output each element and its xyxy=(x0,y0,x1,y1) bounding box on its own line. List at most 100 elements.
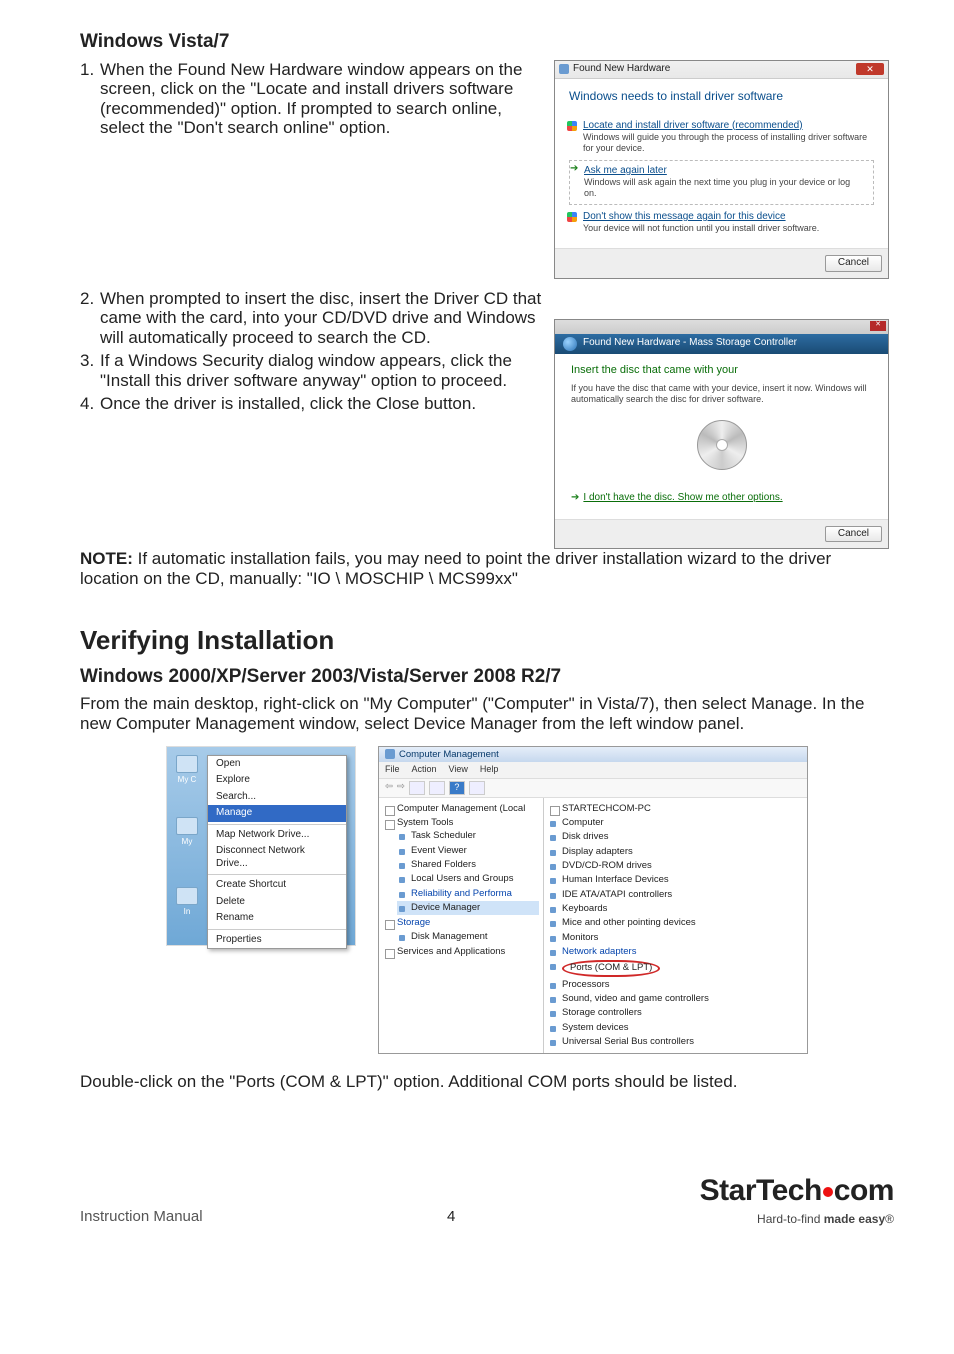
tree-mice[interactable]: Mice and other pointing devices xyxy=(548,916,803,930)
menu-create-shortcut[interactable]: Create Shortcut xyxy=(208,877,346,894)
tree-local-users[interactable]: Local Users and Groups xyxy=(397,872,539,886)
context-menu-figure: My C My In Open Explore Search... Manage… xyxy=(166,746,356,1055)
menu-delete[interactable]: Delete xyxy=(208,894,346,911)
cm-titlebar: Computer Management xyxy=(379,747,807,763)
dialog2-header: Found New Hardware - Mass Storage Contro… xyxy=(555,334,888,354)
close-icon[interactable]: ✕ xyxy=(870,321,886,331)
menu-map-drive[interactable]: Map Network Drive... xyxy=(208,827,346,844)
dialog2-subtext: If you have the disc that came with your… xyxy=(571,383,872,405)
cm-icon xyxy=(385,749,395,759)
toolbar-back[interactable]: ⇦ xyxy=(385,781,393,795)
toolbar-fwd[interactable]: ⇨ xyxy=(397,781,405,795)
no-disc-option[interactable]: ➔ I don't have the disc. Show me other op… xyxy=(571,488,872,509)
arrow-icon: ➔ xyxy=(570,163,578,176)
verifying-para1: From the main desktop, right-click on "M… xyxy=(80,694,894,733)
tree-pc-root[interactable]: STARTECHCOM-PC xyxy=(548,802,803,816)
option-dont-show-link[interactable]: Don't show this message again for this d… xyxy=(583,211,786,222)
step-2-text: When prompted to insert the disc, insert… xyxy=(100,289,544,348)
tree-storage[interactable]: Storage Disk Management xyxy=(383,916,539,945)
section-vista7-title: Windows Vista/7 xyxy=(80,30,894,54)
step-1-text: When the Found New Hardware window appea… xyxy=(100,60,544,138)
menu-search[interactable]: Search... xyxy=(208,789,346,806)
startech-logo: StarTechcom Hard-to-find made easy® xyxy=(700,1172,894,1227)
tree-event-viewer[interactable]: Event Viewer xyxy=(397,844,539,858)
arrow-icon: ➔ xyxy=(571,492,579,503)
desktop-background: My C My In Open Explore Search... Manage… xyxy=(166,746,356,946)
step-2: 2.When prompted to insert the disc, inse… xyxy=(80,289,544,348)
option-ask-later-desc: Windows will ask again the next time you… xyxy=(584,177,863,199)
toolbar-btn2[interactable] xyxy=(429,781,445,795)
menu-action[interactable]: Action xyxy=(412,764,437,775)
ports-highlight: Ports (COM & LPT) xyxy=(562,960,660,976)
tree-shared-folders[interactable]: Shared Folders xyxy=(397,858,539,872)
dialog-titlebar: Found New Hardware ✕ xyxy=(555,61,888,79)
brand-part2: com xyxy=(834,1174,894,1207)
menu-properties[interactable]: Properties xyxy=(208,932,346,949)
tree-monitors[interactable]: Monitors xyxy=(548,931,803,945)
menu-rename[interactable]: Rename xyxy=(208,910,346,927)
cm-right-pane: STARTECHCOM-PC Computer Disk drives Disp… xyxy=(544,798,807,1054)
toolbar-btn3[interactable] xyxy=(469,781,485,795)
tree-keyboards[interactable]: Keyboards xyxy=(548,902,803,916)
cm-toolbar: ⇦ ⇨ ? xyxy=(379,779,807,798)
footer-manual-label: Instruction Manual xyxy=(80,1208,203,1227)
computer-management-figure: Computer Management File Action View Hel… xyxy=(378,746,808,1055)
tree-root-local[interactable]: Computer Management (Local xyxy=(383,802,539,816)
option-dont-show-desc: Your device will not function until you … xyxy=(583,223,874,234)
menu-file[interactable]: File xyxy=(385,764,400,775)
tagline-bold: made easy xyxy=(824,1212,885,1226)
step-1: 1.When the Found New Hardware window app… xyxy=(80,60,544,138)
option-locate-install-link[interactable]: Locate and install driver software (reco… xyxy=(583,120,803,131)
desktop-icon-mycomputer: My C xyxy=(173,755,201,785)
close-icon[interactable]: ✕ xyxy=(856,63,884,75)
tree-device-manager[interactable]: Device Manager xyxy=(397,901,539,915)
menu-open[interactable]: Open xyxy=(208,756,346,773)
toolbar-help-icon[interactable]: ? xyxy=(449,781,465,795)
dialog-headline: Windows needs to install driver software xyxy=(569,89,874,104)
cd-icon xyxy=(697,420,747,470)
menu-disconnect-drive[interactable]: Disconnect Network Drive... xyxy=(208,843,346,872)
cancel-button[interactable]: Cancel xyxy=(825,255,882,272)
option-ask-later[interactable]: ➔ Ask me again later Windows will ask ag… xyxy=(569,160,874,205)
tree-network[interactable]: Network adapters xyxy=(548,945,803,959)
back-icon[interactable] xyxy=(563,337,577,351)
tree-display-adapters[interactable]: Display adapters xyxy=(548,845,803,859)
tree-usb[interactable]: Universal Serial Bus controllers xyxy=(548,1035,803,1049)
tree-system-tools[interactable]: System Tools Task Scheduler Event Viewer… xyxy=(383,816,539,916)
window-icon xyxy=(559,64,569,74)
cm-left-pane: Computer Management (Local System Tools … xyxy=(379,798,544,1054)
tree-sound[interactable]: Sound, video and game controllers xyxy=(548,992,803,1006)
toolbar-btn1[interactable] xyxy=(409,781,425,795)
insert-disc-dialog: ✕ Found New Hardware - Mass Storage Cont… xyxy=(554,319,889,549)
menu-help[interactable]: Help xyxy=(480,764,499,775)
context-menu: Open Explore Search... Manage Map Networ… xyxy=(207,755,347,950)
tree-reliability[interactable]: Reliability and Performa xyxy=(397,887,539,901)
tree-storage-ctrl[interactable]: Storage controllers xyxy=(548,1006,803,1020)
shield-icon xyxy=(567,121,577,131)
option-dont-show[interactable]: Don't show this message again for this d… xyxy=(569,211,874,234)
step-3-text: If a Windows Security dialog window appe… xyxy=(100,351,544,390)
tree-computer[interactable]: Computer xyxy=(548,816,803,830)
tree-system-devices[interactable]: System devices xyxy=(548,1021,803,1035)
menu-manage[interactable]: Manage xyxy=(208,805,346,822)
step-4: 4.Once the driver is installed, click th… xyxy=(80,394,544,414)
shield-icon xyxy=(567,212,577,222)
menu-explore[interactable]: Explore xyxy=(208,772,346,789)
option-locate-install[interactable]: Locate and install driver software (reco… xyxy=(569,120,874,154)
footer-page-number: 4 xyxy=(447,1208,455,1227)
note-paragraph: NOTE: If automatic installation fails, y… xyxy=(80,549,894,588)
tree-hid[interactable]: Human Interface Devices xyxy=(548,873,803,887)
desktop-icon-in: In xyxy=(173,887,201,917)
option-ask-later-link[interactable]: Ask me again later xyxy=(584,165,667,176)
menu-view[interactable]: View xyxy=(449,764,468,775)
tree-ide[interactable]: IDE ATA/ATAPI controllers xyxy=(548,888,803,902)
no-disc-link[interactable]: I don't have the disc. Show me other opt… xyxy=(583,492,782,503)
tree-task-scheduler[interactable]: Task Scheduler xyxy=(397,829,539,843)
cancel-button[interactable]: Cancel xyxy=(825,526,882,543)
tree-ports[interactable]: Ports (COM & LPT) xyxy=(548,959,803,977)
tree-dvd-cd[interactable]: DVD/CD-ROM drives xyxy=(548,859,803,873)
tree-services[interactable]: Services and Applications xyxy=(383,945,539,959)
tree-processors[interactable]: Processors xyxy=(548,978,803,992)
tree-disk-drives[interactable]: Disk drives xyxy=(548,830,803,844)
tree-disk-mgmt[interactable]: Disk Management xyxy=(397,930,539,944)
